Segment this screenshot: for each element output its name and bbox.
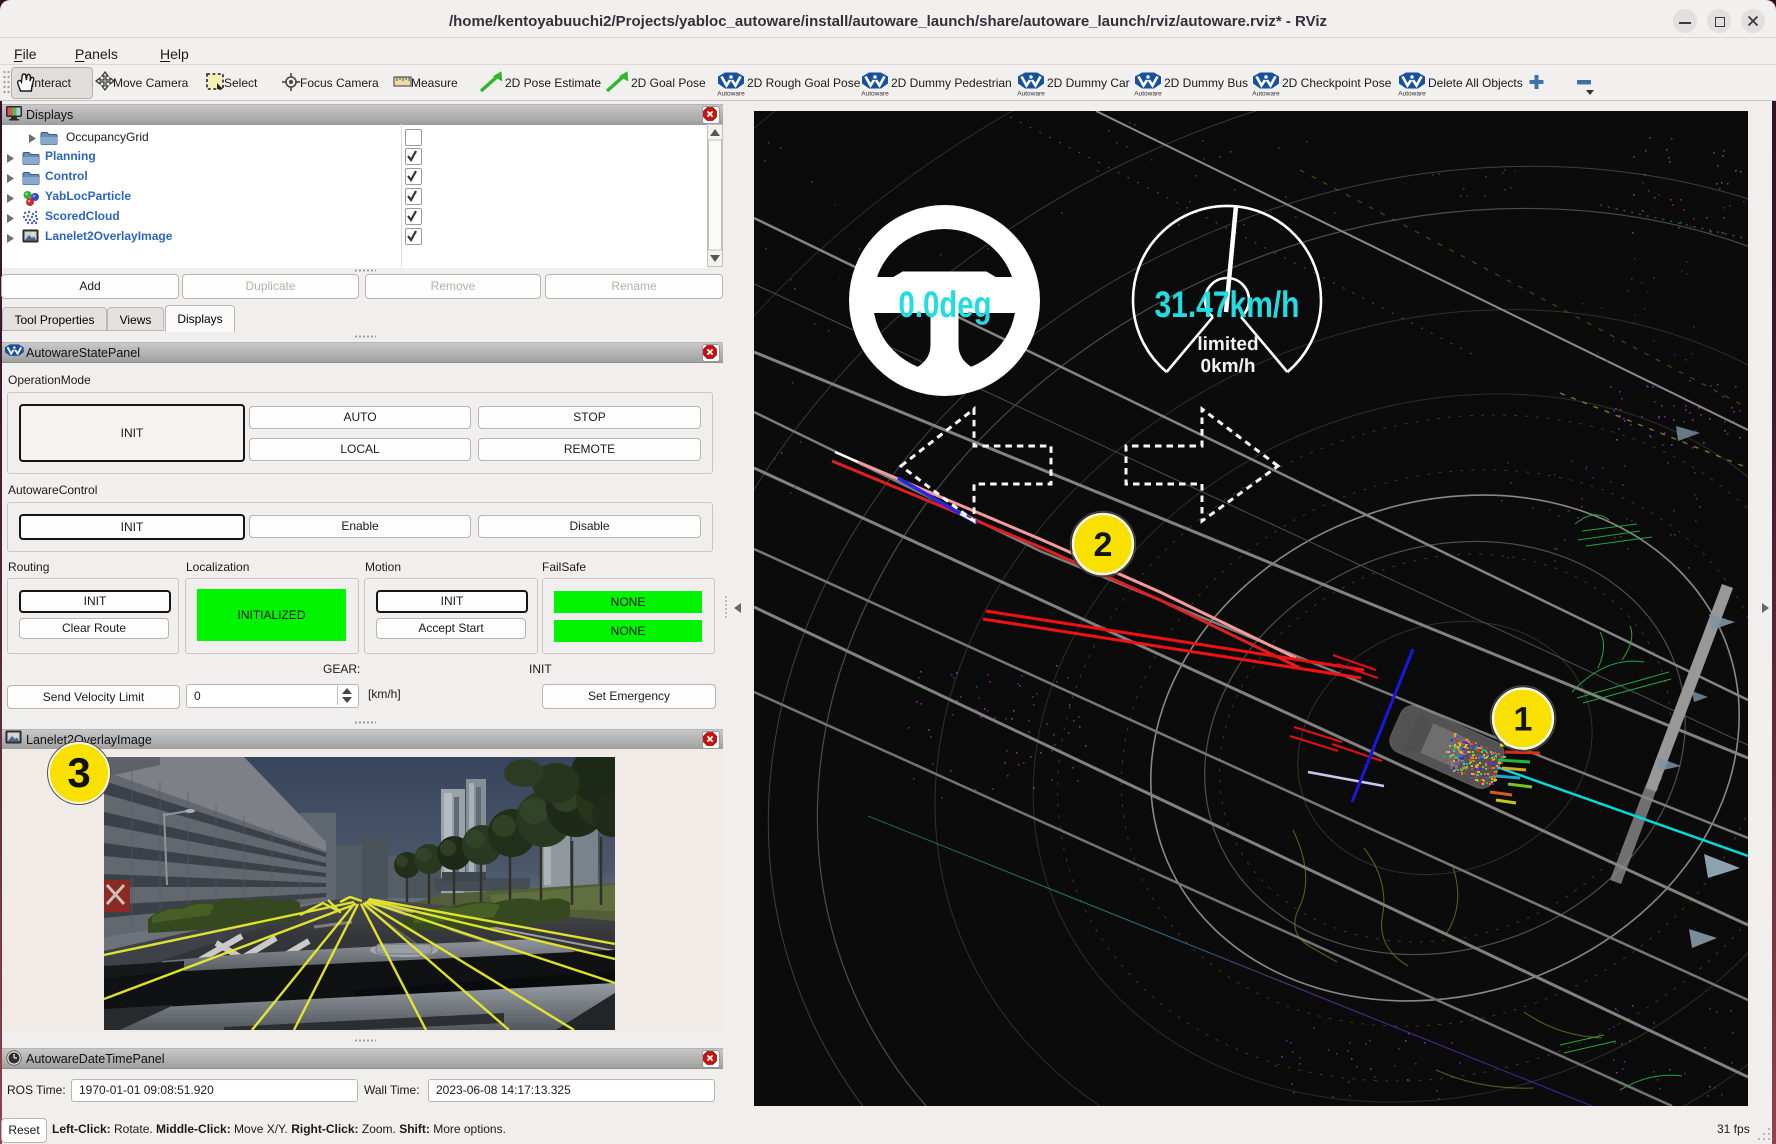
svg-text:Autoware: Autoware xyxy=(1398,91,1426,98)
svg-text:Autoware: Autoware xyxy=(1134,91,1162,98)
svg-text:Autoware: Autoware xyxy=(861,91,889,98)
svg-text:Autoware: Autoware xyxy=(1252,91,1280,98)
svg-text:Autoware: Autoware xyxy=(1017,91,1045,98)
svg-text:Autoware: Autoware xyxy=(717,91,745,98)
